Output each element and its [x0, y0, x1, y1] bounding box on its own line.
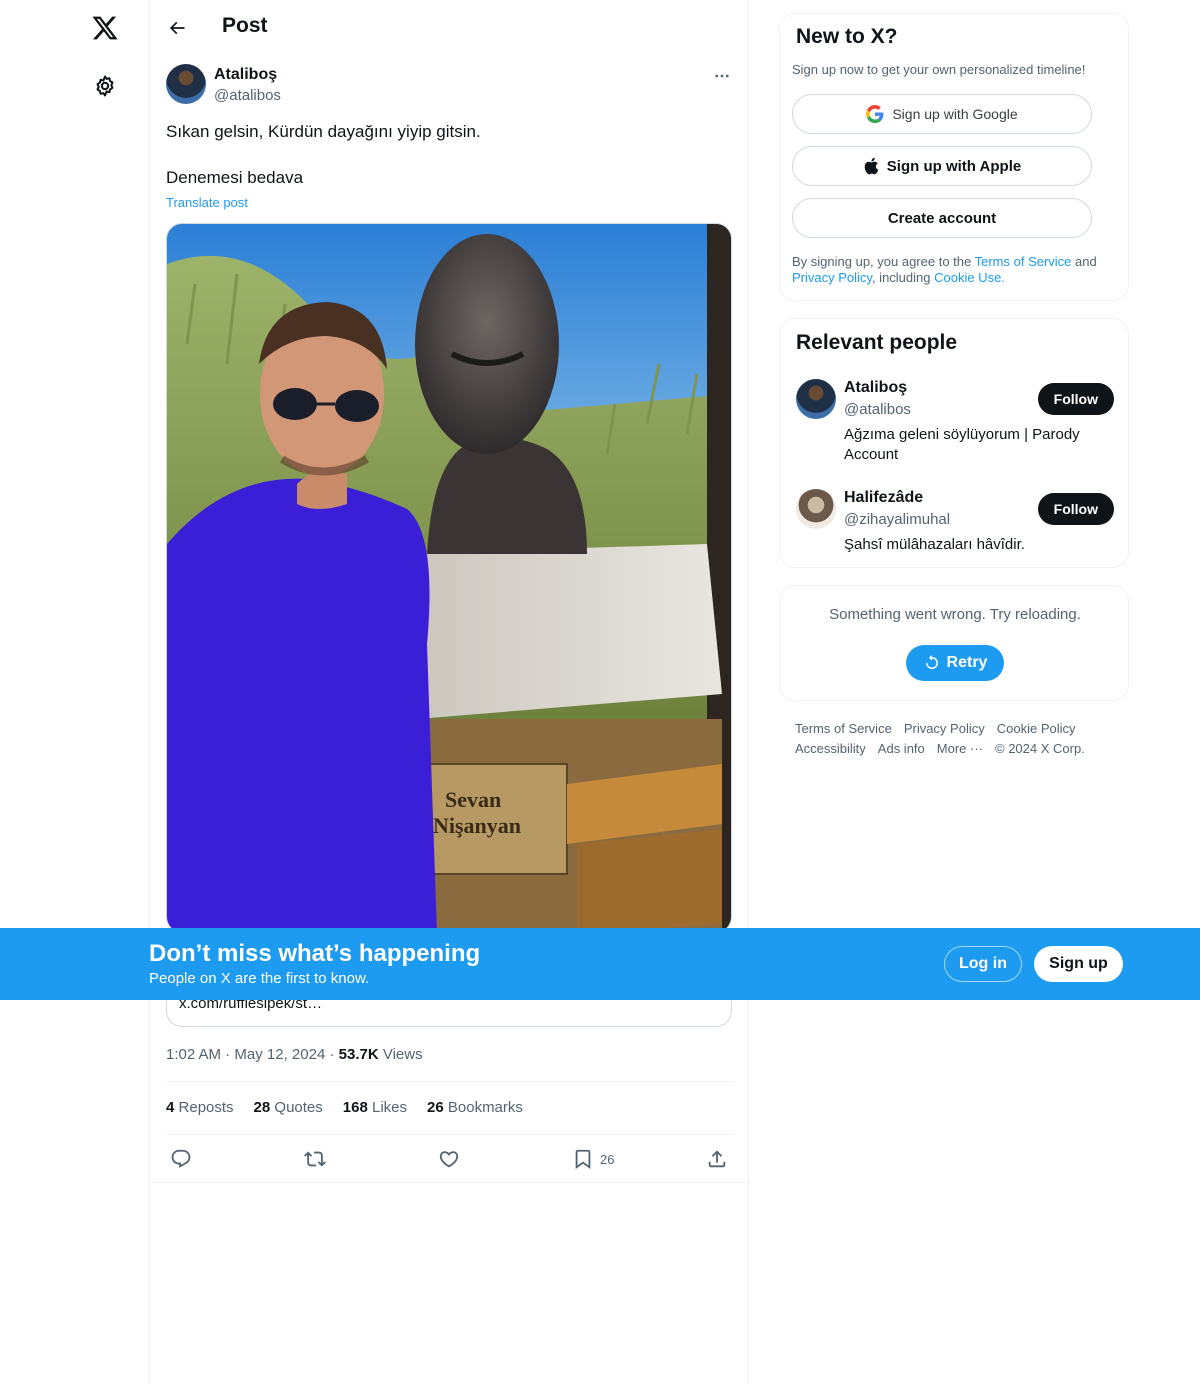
retry-button[interactable]: Retry	[906, 645, 1004, 681]
meta-separator: ·	[329, 1046, 339, 1063]
bookmark-action[interactable]: 26	[572, 1144, 614, 1174]
reposts-label: Reposts	[178, 1099, 234, 1116]
footer-terms[interactable]: Terms of Service	[795, 721, 892, 736]
google-icon	[866, 105, 884, 123]
post-meta: 1:02 AM · May 12, 2024 · 53.7K Views	[166, 1046, 423, 1063]
post-time[interactable]: 1:02 AM	[166, 1046, 221, 1063]
footer-links: Terms of Service Privacy Policy Cookie Pol…	[795, 719, 1125, 759]
refresh-icon	[925, 654, 938, 669]
avatar[interactable]	[166, 64, 206, 104]
create-account-button[interactable]: Create account	[792, 198, 1092, 238]
google-signup-button[interactable]: Sign up with Google	[792, 94, 1092, 134]
main-column: Post Ataliboş @atalibos Sıkan gelsin, Kü…	[149, 0, 750, 1384]
signup-button[interactable]: Sign up	[1034, 946, 1123, 982]
relevant-people-title: Relevant people	[796, 331, 958, 354]
meta-separator: ·	[225, 1046, 235, 1063]
quotes-stat[interactable]: 28 Quotes	[254, 1099, 323, 1116]
person-bio: Şahsî mülâhazaları hâvîdir.	[844, 536, 1025, 553]
divider	[166, 1081, 734, 1082]
banner-title: Don’t miss what’s happening	[149, 940, 481, 967]
left-nav	[0, 0, 150, 1384]
views-count: 53.7K	[338, 1046, 379, 1063]
author-handle[interactable]: @atalibos	[214, 87, 281, 104]
person-name[interactable]: Halifezâde	[844, 489, 923, 507]
reposts-stat[interactable]: 4 Reposts	[166, 1099, 234, 1116]
quotes-label: Quotes	[274, 1099, 323, 1116]
banner-subtitle: People on X are the first to know.	[149, 970, 370, 987]
login-button[interactable]: Log in	[944, 946, 1022, 982]
likes-label: Likes	[371, 1099, 408, 1116]
bookmarks-count: 26	[427, 1099, 444, 1116]
person-handle[interactable]: @atalibos	[844, 401, 911, 418]
share-icon[interactable]	[706, 1144, 728, 1174]
avatar[interactable]	[796, 379, 836, 419]
relevant-people-panel: Relevant people Ataliboş @atalibos Ağzım…	[779, 318, 1129, 568]
post-actions: 26	[166, 1144, 734, 1174]
post-text-line2: Denemesi bedava	[166, 168, 304, 187]
more-icon[interactable]	[710, 66, 734, 86]
post-photo-illustration: Sevan Nişanyan	[167, 224, 731, 932]
follow-button[interactable]: Follow	[1037, 383, 1114, 415]
divider	[166, 1134, 734, 1135]
cookie-link[interactable]: Cookie Use.	[934, 270, 1005, 285]
arrow-left-icon[interactable]	[160, 11, 194, 45]
error-panel: Something went wrong. Try reloading. Ret…	[779, 585, 1129, 701]
person-name[interactable]: Ataliboş	[844, 379, 907, 397]
footer-cookie[interactable]: Cookie Policy	[997, 721, 1076, 736]
bookmarks-label: Bookmarks	[447, 1099, 523, 1116]
signup-subtitle: Sign up now to get your own personalized…	[792, 62, 1086, 77]
sign-text-1: Sevan	[445, 787, 501, 812]
reply-icon[interactable]	[170, 1144, 192, 1174]
signup-legal: By signing up, you agree to the Terms of…	[792, 254, 1122, 286]
post-image[interactable]: Sevan Nişanyan	[166, 223, 732, 933]
apple-signup-button[interactable]: Sign up with Apple	[792, 146, 1092, 186]
footer-accessibility[interactable]: Accessibility	[795, 741, 866, 756]
legal-prefix: By signing up, you agree to the	[792, 254, 975, 269]
signup-title: New to X?	[796, 25, 898, 48]
apple-icon	[864, 157, 879, 175]
person-handle[interactable]: @zihayalimuhal	[844, 511, 950, 528]
likes-stat[interactable]: 168 Likes	[343, 1099, 407, 1116]
views-label: Views	[382, 1046, 423, 1063]
post-text: Sıkan gelsin, Kürdün dayağını yiyip gits…	[166, 122, 481, 141]
gear-icon[interactable]	[89, 70, 121, 102]
error-message: Something went wrong. Try reloading.	[829, 606, 1081, 623]
translate-post-link[interactable]: Translate post	[166, 195, 248, 210]
reposts-count: 4	[166, 1099, 175, 1116]
bookmark-icon	[575, 1149, 591, 1170]
x-logo-icon[interactable]	[87, 10, 123, 46]
divider	[150, 1182, 750, 1183]
author-name[interactable]: Ataliboş	[214, 66, 277, 84]
bookmarks-stat[interactable]: 26 Bookmarks	[427, 1099, 523, 1116]
post-stats: 4 Reposts 28 Quotes 168 Likes 26 Bookmar…	[166, 1099, 523, 1116]
quotes-count: 28	[253, 1099, 271, 1116]
post-date[interactable]: May 12, 2024	[234, 1046, 325, 1063]
login-banner: Don’t miss what’s happening People on X …	[0, 928, 1200, 1000]
post-header: Post	[150, 0, 750, 54]
terms-link[interactable]: Terms of Service	[975, 254, 1072, 269]
legal-and: and	[1071, 254, 1097, 269]
legal-including: , including	[871, 270, 935, 285]
footer-privacy[interactable]: Privacy Policy	[904, 721, 985, 736]
footer-ads-info[interactable]: Ads info	[878, 741, 925, 756]
retry-label: Retry	[946, 654, 988, 671]
apple-signup-label: Sign up with Apple	[886, 157, 1022, 175]
privacy-link[interactable]: Privacy Policy	[792, 270, 872, 285]
footer-copyright: © 2024 X Corp.	[995, 741, 1085, 756]
repost-icon[interactable]	[304, 1144, 326, 1174]
likes-count: 168	[342, 1099, 368, 1116]
follow-button[interactable]: Follow	[1037, 493, 1114, 525]
bookmark-action-count: 26	[600, 1151, 615, 1167]
footer-more[interactable]: More ···	[937, 741, 983, 756]
page-title: Post	[222, 14, 268, 37]
like-icon[interactable]	[438, 1144, 460, 1174]
sign-text-2: Nişanyan	[433, 813, 521, 838]
avatar[interactable]	[796, 489, 836, 529]
post-author: Ataliboş @atalibos	[166, 64, 734, 108]
google-signup-label: Sign up with Google	[892, 106, 1018, 122]
signup-panel: New to X? Sign up now to get your own pe…	[779, 13, 1129, 301]
person-bio: Ağzıma geleni söylüyorum | Parody Accoun…	[844, 426, 1080, 463]
